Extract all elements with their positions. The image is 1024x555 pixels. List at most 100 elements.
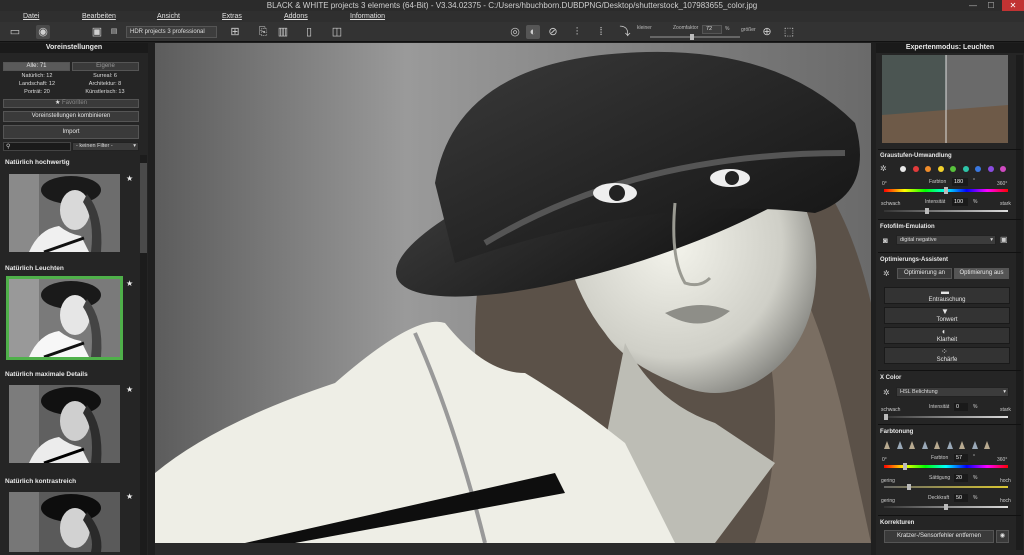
sharpness-button[interactable]: ⁘ Schärfe bbox=[884, 347, 1010, 364]
split-view-icon[interactable]: ⊘ bbox=[546, 25, 560, 39]
film-icon[interactable]: ◙ bbox=[883, 236, 888, 245]
tone-hue-value[interactable]: 57 bbox=[954, 454, 968, 462]
cat-artistic[interactable]: Künstlerisch: 13 bbox=[71, 88, 139, 96]
toning-preset-icon[interactable] bbox=[934, 441, 940, 449]
histogram-icon[interactable]: ◫ bbox=[330, 25, 344, 39]
maximize-button[interactable]: ☐ bbox=[983, 0, 999, 11]
zoom-in-icon[interactable]: ⊕ bbox=[760, 25, 774, 39]
menu-addons[interactable]: Addons bbox=[284, 13, 308, 20]
toning-preset-icon[interactable] bbox=[946, 441, 953, 449]
checker-icon[interactable]: ⁞ bbox=[594, 25, 608, 39]
send-to-select[interactable]: HDR projects 3 professional bbox=[126, 26, 217, 38]
toning-preset-icon[interactable] bbox=[921, 441, 928, 449]
intensity-slider[interactable] bbox=[884, 210, 1008, 212]
optimization-on-button[interactable]: Optimierung an bbox=[897, 268, 952, 279]
film-info-icon[interactable]: ▣ bbox=[1000, 235, 1008, 244]
search-input[interactable]: ⚲ bbox=[3, 142, 71, 151]
close-button[interactable]: ✕ bbox=[1002, 0, 1024, 11]
navigator-preview[interactable] bbox=[882, 55, 1008, 143]
favorite-star-icon[interactable]: ★ bbox=[126, 279, 133, 288]
before-after-icon[interactable]: ◐ bbox=[526, 25, 540, 39]
preset-thumbnail[interactable] bbox=[9, 385, 120, 463]
saturation-slider[interactable] bbox=[884, 486, 1008, 488]
mirror-icon[interactable]: ⫶ bbox=[570, 25, 584, 39]
color-filter-dot[interactable] bbox=[950, 166, 956, 172]
menu-ansicht[interactable]: Ansicht bbox=[157, 13, 180, 20]
saturation-slider-handle[interactable] bbox=[907, 484, 911, 490]
cat-architecture[interactable]: Architektur: 8 bbox=[71, 80, 139, 88]
minimize-button[interactable]: — bbox=[965, 0, 981, 11]
toning-preset-icon[interactable] bbox=[909, 441, 915, 449]
color-filter-dot[interactable] bbox=[900, 166, 906, 172]
color-filter-dot[interactable] bbox=[975, 166, 981, 172]
xcolor-slider-handle[interactable] bbox=[884, 414, 888, 420]
toning-preset-icon[interactable] bbox=[984, 441, 990, 449]
toning-preset-icon[interactable] bbox=[884, 441, 890, 449]
color-filter-dot[interactable] bbox=[962, 166, 969, 172]
toning-preset-icon[interactable] bbox=[971, 441, 978, 449]
filter-select[interactable]: - keinen Filter - ▾ bbox=[72, 142, 139, 151]
crop-icon[interactable]: ⊞ bbox=[228, 25, 242, 39]
hue-slider-handle[interactable] bbox=[944, 187, 948, 194]
cat-portrait[interactable]: Porträt: 20 bbox=[3, 88, 71, 96]
favorite-star-icon[interactable]: ★ bbox=[126, 385, 133, 394]
hue-value[interactable]: 180 bbox=[952, 178, 968, 186]
preset-thumbnail[interactable] bbox=[9, 174, 120, 252]
toning-preset-icon[interactable] bbox=[896, 441, 903, 449]
toning-preset-icon[interactable] bbox=[959, 441, 965, 449]
zoom-slider-handle[interactable] bbox=[690, 34, 694, 40]
cat-landscape[interactable]: Landschaft: 12 bbox=[3, 80, 71, 88]
zoom-slider[interactable] bbox=[650, 36, 740, 38]
tab-own[interactable]: Eigene bbox=[72, 62, 139, 71]
tab-all[interactable]: Alle: 71 bbox=[3, 62, 70, 71]
batch-icon[interactable]: ⎘ bbox=[256, 25, 270, 39]
menu-information[interactable]: Information bbox=[350, 13, 385, 20]
import-button[interactable]: Import bbox=[3, 125, 139, 139]
compare-icon[interactable]: ▥ bbox=[276, 25, 290, 39]
menu-datei[interactable]: Datei bbox=[23, 13, 39, 20]
menu-bearbeiten[interactable]: Bearbeiten bbox=[82, 13, 116, 20]
fit-icon[interactable]: ⬚ bbox=[782, 25, 796, 39]
saturation-value[interactable]: 20 bbox=[954, 474, 968, 482]
xcolor-select[interactable]: HSL Belichtung ▾ bbox=[896, 387, 1009, 397]
scratch-settings-icon[interactable]: ◉ bbox=[996, 530, 1009, 543]
favorite-star-icon[interactable]: ★ bbox=[126, 492, 133, 501]
favorite-star-icon[interactable]: ★ bbox=[126, 174, 133, 183]
color-filter-dot[interactable] bbox=[912, 166, 919, 172]
color-filter-dot[interactable] bbox=[1000, 166, 1006, 172]
zoom-input[interactable]: 72 bbox=[702, 25, 722, 34]
film-select[interactable]: digital negative ▾ bbox=[896, 235, 996, 245]
favorites-button[interactable]: ★ Favoriten bbox=[3, 99, 139, 108]
info-icon[interactable]: ▯ bbox=[302, 25, 316, 39]
expert-scrollbar[interactable] bbox=[1016, 55, 1023, 550]
save-icon[interactable]: ▣ bbox=[90, 25, 104, 39]
preset-thumbnail-selected[interactable] bbox=[6, 276, 123, 360]
intensity-slider-handle[interactable] bbox=[925, 208, 929, 214]
xcolor-icon[interactable]: ✲ bbox=[883, 388, 890, 397]
presets-scroll-thumb[interactable] bbox=[140, 163, 147, 253]
preset-thumbnail[interactable] bbox=[9, 492, 120, 552]
opacity-slider-handle[interactable] bbox=[944, 504, 948, 510]
opacity-value[interactable]: 50 bbox=[954, 494, 968, 502]
image-canvas[interactable] bbox=[155, 43, 871, 543]
presets-toggle-icon[interactable]: ◉ bbox=[36, 25, 50, 39]
color-filter-dot[interactable] bbox=[925, 166, 931, 172]
rotate-icon[interactable]: ⤵ bbox=[618, 25, 632, 39]
color-picker-icon[interactable]: ✲ bbox=[880, 164, 887, 173]
xcolor-intensity-value[interactable]: 0 bbox=[954, 403, 968, 411]
optimization-off-button[interactable]: Optimierung aus bbox=[954, 268, 1009, 279]
color-filter-dot[interactable] bbox=[987, 166, 994, 172]
hdr-projects-icon[interactable]: ▤ bbox=[107, 25, 121, 39]
tone-hue-slider-handle[interactable] bbox=[903, 463, 907, 470]
scratch-removal-button[interactable]: Kratzer-/Sensorfehler entfernen bbox=[884, 530, 994, 543]
intensity-value[interactable]: 100 bbox=[952, 198, 968, 206]
tonal-button[interactable]: ▼ Tonwert bbox=[884, 307, 1010, 324]
preview-eye-icon[interactable]: ◎ bbox=[508, 25, 522, 39]
color-filter-dot[interactable] bbox=[937, 166, 944, 172]
menu-extras[interactable]: Extras bbox=[222, 13, 242, 20]
combine-button[interactable]: Voreinstellungen kombinieren bbox=[3, 111, 139, 122]
cat-surreal[interactable]: Surreal: 6 bbox=[71, 72, 139, 80]
new-file-icon[interactable]: ▭ bbox=[8, 25, 22, 39]
xcolor-intensity-slider[interactable] bbox=[884, 416, 1008, 418]
cat-natural[interactable]: Natürlich: 12 bbox=[3, 72, 71, 80]
